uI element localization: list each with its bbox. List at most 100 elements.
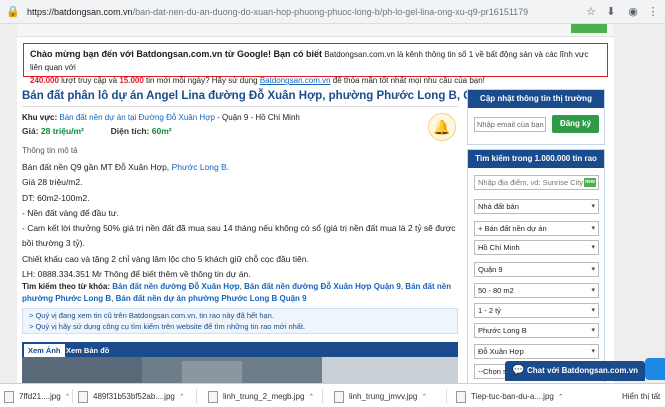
download-item[interactable]: linh_trung_2_megb.jpg ⌃	[208, 390, 314, 404]
chevron-up-icon: ⌃	[308, 394, 315, 401]
search-heading: Tìm kiếm trong 1.000.000 tin rao	[468, 150, 604, 168]
header-strip	[17, 24, 614, 37]
district-select[interactable]: Quận 9 ▾	[474, 262, 599, 277]
description-heading: Thông tin mô tả	[22, 146, 78, 155]
chevron-up-icon: ⌃	[178, 394, 185, 401]
extension-icon[interactable]: ◉	[626, 5, 640, 19]
subscribe-heading: Cập nhật thông tin thị trường	[468, 90, 604, 108]
browser-toolbar: 🔒 https://batdongsan.com.vn/ban-dat-nen-…	[0, 0, 665, 24]
download-item[interactable]: 489f31b53bf52ab....jpg ⌃	[78, 390, 185, 404]
download-item[interactable]: 7ffd21....jpg ⌃	[4, 390, 71, 404]
tab-photos[interactable]: Xem Ảnh	[24, 344, 65, 357]
listing-photo[interactable]	[22, 357, 458, 383]
chat-label: Chat với Batdongsan.com.vn	[527, 366, 639, 375]
show-all-downloads[interactable]: Hiển thị tất	[622, 390, 660, 404]
menu-icon[interactable]: ⋮	[646, 5, 660, 19]
select-value: Hồ Chí Minh	[478, 243, 520, 252]
bookmark-star-icon[interactable]: ☆	[584, 5, 598, 19]
category-select[interactable]: + Bán đất nền dự án ▾	[474, 221, 599, 236]
description-line: Chiết khấu cao và tặng 2 chỉ vàng lâm lộ…	[22, 253, 309, 264]
subscribe-panel: Cập nhật thông tin thị trường Nhập email…	[467, 89, 605, 145]
chat-button[interactable]: 💬 Chat với Batdongsan.com.vn	[505, 361, 645, 381]
chevron-down-icon: ▾	[591, 287, 595, 294]
welcome-text-4: để thỏa mãn tốt nhất mọi nhu cầu của bạn…	[332, 76, 485, 85]
zalo-widget[interactable]	[645, 358, 665, 380]
desc-ward-link[interactable]: Phước Long B	[172, 162, 227, 172]
chevron-down-icon: ▾	[591, 327, 595, 334]
keyword-links: Tìm kiếm theo từ khóa: Bán đất nền đường…	[22, 282, 452, 303]
select-value: Quận 9	[478, 265, 503, 274]
page-right-margin	[614, 24, 665, 383]
visits-count: 240.000	[30, 76, 59, 85]
keyword-link[interactable]: Bán đất nền đường Đỗ Xuân Hợp	[112, 282, 239, 291]
download-filename: linh_trung_2_megb.jpg	[223, 392, 305, 401]
street-select[interactable]: Đỗ Xuân Hợp ▾	[474, 344, 599, 359]
header-green-button[interactable]	[571, 24, 607, 33]
price-select[interactable]: 1 - 2 tỷ ▾	[474, 303, 599, 318]
lock-icon[interactable]: 🔒	[6, 5, 20, 19]
subscribe-button[interactable]: Đăng ký	[552, 115, 599, 133]
download-item[interactable]: linh_trung_jmvv.jpg ⌃	[334, 390, 427, 404]
chevron-down-icon: ▾	[591, 307, 595, 314]
area-link[interactable]: Bán đất nền dự án tại Đường Đỗ Xuân Hợp	[59, 113, 215, 122]
url-path: /ban-dat-nen-du-an-duong-do-xuan-hop-phu…	[132, 7, 529, 17]
file-icon	[456, 390, 466, 403]
welcome-text-2: lượt truy cập và	[61, 76, 118, 85]
divider	[322, 389, 323, 403]
select-value: Nhà đất bán	[478, 202, 519, 211]
page-left-margin	[0, 24, 17, 383]
download-item[interactable]: Tiep-tuc-ban-du-a....jpg ⌃	[456, 390, 564, 404]
place-placeholder: Nhập địa điểm, vd: Sunrise City	[478, 178, 584, 187]
size-value: 60m²	[151, 126, 172, 136]
divider	[72, 389, 73, 403]
select-value: 50 - 80 m2	[478, 286, 514, 295]
download-filename: Tiep-tuc-ban-du-a....jpg	[471, 392, 554, 401]
download-icon[interactable]: ⬇	[604, 5, 618, 19]
place-search-input[interactable]: Nhập địa điểm, vd: Sunrise City new	[474, 175, 599, 190]
file-icon	[208, 390, 218, 403]
welcome-heading: Chào mừng bạn đến với Batdongsan.com.vn …	[30, 49, 322, 59]
email-input[interactable]: Nhập email của bạn	[474, 117, 546, 132]
download-filename: 489f31b53bf52ab....jpg	[93, 392, 175, 401]
download-filename: 7ffd21....jpg	[19, 392, 61, 401]
media-tabs: Xem Ảnh Xem Bản đồ	[22, 342, 458, 357]
address-bar[interactable]: https://batdongsan.com.vn/ban-dat-nen-du…	[27, 7, 528, 17]
description-line: DT: 60m2-100m2.	[22, 192, 90, 203]
area-rest: - Quận 9 - Hồ Chí Minh	[217, 113, 300, 122]
chevron-down-icon: ▾	[591, 348, 595, 355]
chat-icon: 💬	[512, 365, 525, 376]
area-label: Khu vực:	[22, 113, 58, 122]
description-line: - Nền đất vàng để đầu tư.	[22, 207, 119, 218]
listing-price-size: Giá: 28 triệu/m² Diện tích: 60m²	[22, 126, 172, 136]
file-icon	[334, 390, 344, 403]
chevron-down-icon: ▾	[591, 266, 595, 273]
welcome-text-3: tin mới mỗi ngày? Hãy sử dụng	[146, 76, 258, 85]
price-value: 28 triệu/m²	[40, 126, 84, 136]
photo-region	[182, 361, 242, 383]
select-value: 1 - 2 tỷ	[478, 306, 501, 315]
description-line: - Cam kết lời thưởng 50% giá trị nền đất…	[22, 223, 456, 234]
downloads-bar: 7ffd21....jpg ⌃ 489f31b53bf52ab....jpg ⌃ l…	[0, 383, 665, 407]
keyword-link[interactable]: Bán đất nền đường Đỗ Xuân Hợp Quận 9	[244, 282, 401, 291]
description-line: Bán đất nền Q9 gần MT Đỗ Xuân Hợp, Phước…	[22, 160, 452, 175]
url-host: https://batdongsan.com.vn	[27, 7, 133, 17]
download-filename: linh_trung_jmvv.jpg	[349, 392, 418, 401]
tab-map[interactable]: Xem Bản đồ	[62, 344, 113, 357]
notice-line-2: > Quý vị hãy sử dụng công cụ tìm kiếm tr…	[29, 321, 306, 331]
expired-notice: > Quý vị đang xem tin cũ trên Batdongsan…	[22, 308, 458, 334]
chevron-up-icon: ⌃	[421, 394, 428, 401]
file-icon	[4, 390, 14, 403]
ward-select[interactable]: Phước Long B ▾	[474, 323, 599, 338]
desc-line1-text: Bán đất nền Q9 gần MT Đỗ Xuân Hợp,	[22, 162, 170, 172]
description-line: Giá 28 triệu/m2.	[22, 177, 83, 188]
area-select[interactable]: 50 - 80 m2 ▾	[474, 283, 599, 298]
bell-icon[interactable]: 🔔	[428, 113, 456, 141]
property-type-select[interactable]: Nhà đất bán ▾	[474, 199, 599, 214]
welcome-site-link[interactable]: Batdongsan.com.vn	[260, 76, 331, 85]
welcome-banner: Chào mừng bạn đến với Batdongsan.com.vn …	[23, 43, 608, 85]
title-divider	[22, 106, 458, 107]
keyword-link[interactable]: Bán đất nền dự án phường Phước Long B Qu…	[116, 294, 307, 303]
listing-description: Bán đất nền Q9 gần MT Đỗ Xuân Hợp, Phước…	[22, 160, 456, 282]
city-select[interactable]: Hồ Chí Minh ▾	[474, 240, 599, 255]
search-panel: Tìm kiếm trong 1.000.000 tin rao Nhập đị…	[467, 149, 605, 383]
